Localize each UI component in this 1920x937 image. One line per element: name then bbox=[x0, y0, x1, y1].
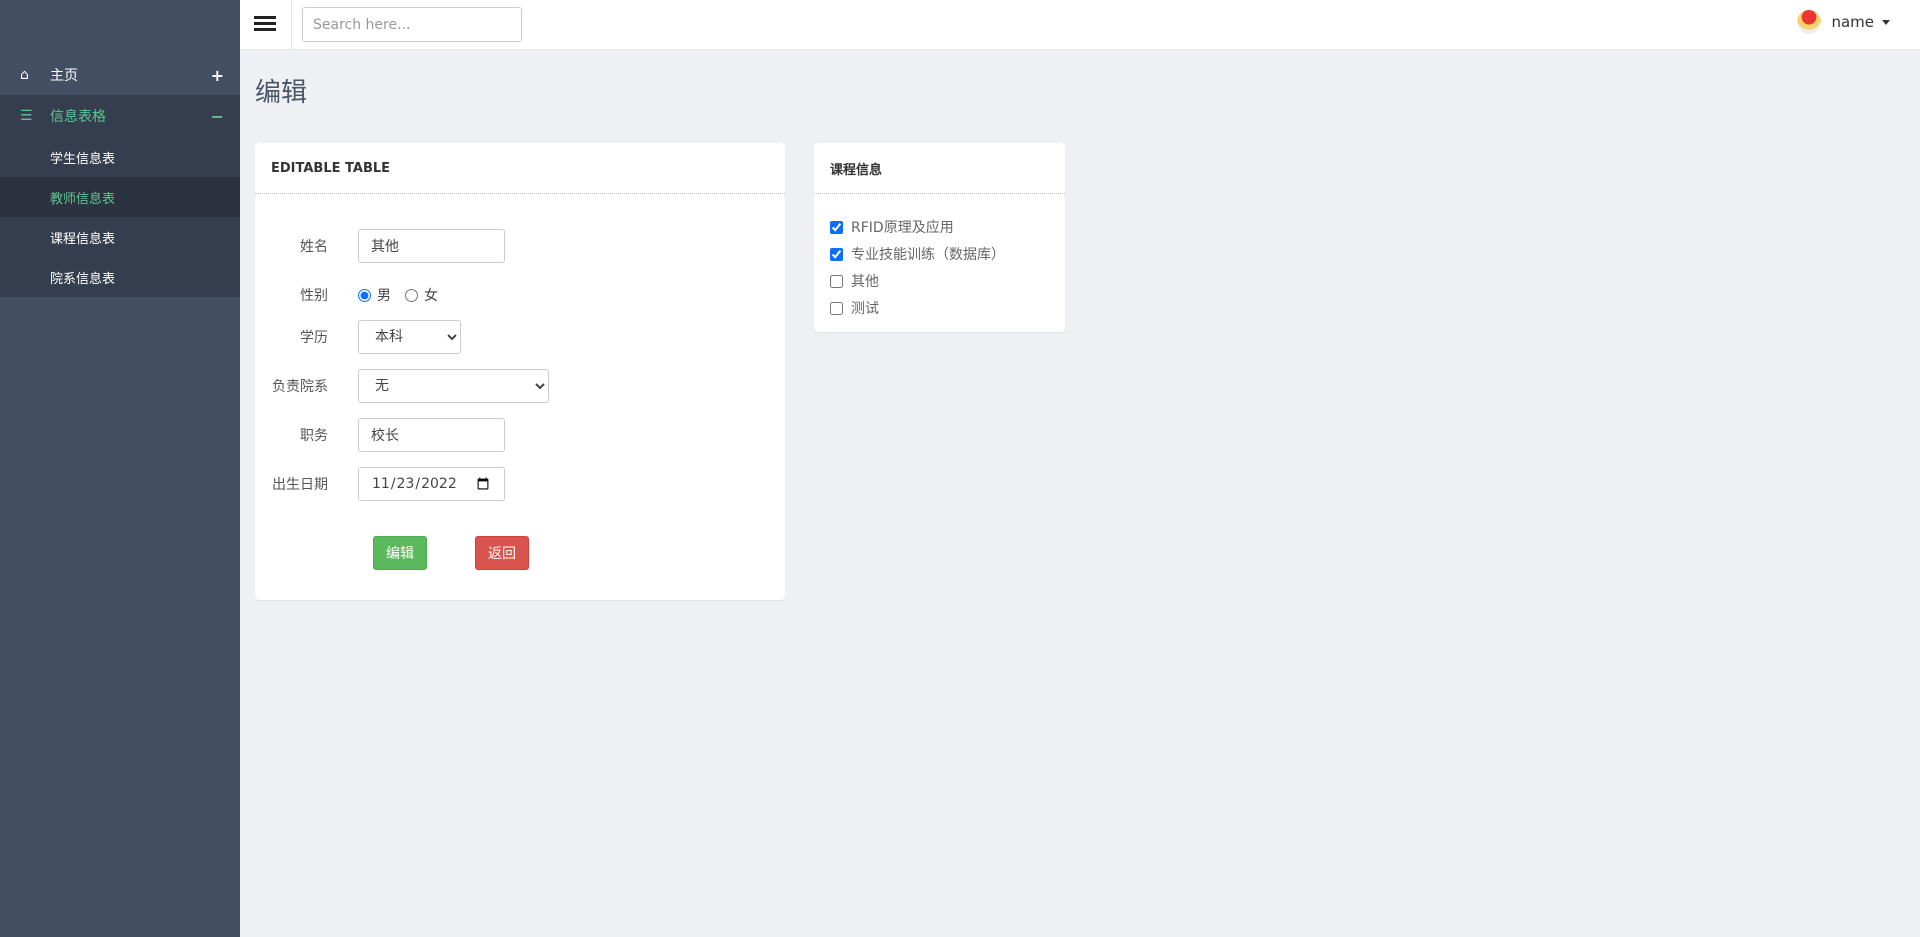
caret-down-icon bbox=[1882, 19, 1890, 25]
radio-label: 男 bbox=[377, 288, 391, 304]
education-label: 学历 bbox=[300, 330, 328, 346]
search-input[interactable] bbox=[302, 7, 522, 42]
edit-card: EDITABLE TABLE 姓名 性别 男 女 学历 本科 负责院系 无 职务… bbox=[255, 143, 785, 600]
collapse-icon[interactable]: − bbox=[211, 107, 224, 126]
name-label: 姓名 bbox=[300, 239, 328, 255]
course-item[interactable]: RFID原理及应用 bbox=[830, 217, 954, 237]
gender-male[interactable]: 男 bbox=[358, 285, 391, 305]
sidebar-item-label: 主页 bbox=[50, 68, 78, 84]
table-icon: ☰ bbox=[20, 108, 33, 124]
course-item[interactable]: 专业技能训练（数据库） bbox=[830, 244, 1005, 264]
user-menu[interactable]: name bbox=[1797, 10, 1890, 34]
department-label: 负责院系 bbox=[272, 379, 328, 395]
gender-label: 性别 bbox=[300, 288, 328, 304]
course-item[interactable]: 测试 bbox=[830, 298, 879, 318]
sidebar-item-departments[interactable]: 院系信息表 bbox=[0, 257, 240, 297]
menu-toggle-icon[interactable] bbox=[254, 13, 276, 35]
course-checkbox[interactable] bbox=[830, 301, 843, 315]
radio-label: 女 bbox=[424, 288, 438, 304]
course-label: 专业技能训练（数据库） bbox=[851, 247, 1005, 263]
edit-button[interactable]: 编辑 bbox=[373, 536, 427, 570]
course-checkbox[interactable] bbox=[830, 220, 843, 234]
sidebar-item-home[interactable]: ⌂ 主页 + bbox=[0, 55, 240, 95]
sidebar-item-courses[interactable]: 课程信息表 bbox=[0, 217, 240, 257]
sidebar-item-info-tables[interactable]: ☰ 信息表格 − bbox=[0, 95, 240, 137]
name-field[interactable] bbox=[358, 229, 505, 263]
course-label: RFID原理及应用 bbox=[851, 220, 954, 236]
card-title: 课程信息 bbox=[814, 143, 1065, 194]
position-field[interactable] bbox=[358, 418, 505, 452]
gender-male-radio[interactable] bbox=[358, 288, 371, 302]
top-header: name bbox=[240, 0, 1920, 50]
page-title: 编辑 bbox=[255, 78, 308, 108]
course-checkbox[interactable] bbox=[830, 247, 843, 261]
divider bbox=[291, 0, 292, 50]
birthdate-label: 出生日期 bbox=[272, 477, 328, 493]
expand-icon[interactable]: + bbox=[211, 66, 224, 85]
card-title: EDITABLE TABLE bbox=[255, 143, 785, 194]
sidebar: ⌂ 主页 + ☰ 信息表格 − 学生信息表 教师信息表 课程信息表 院系信息表 bbox=[0, 0, 240, 937]
course-checkbox[interactable] bbox=[830, 274, 843, 288]
sidebar-item-students[interactable]: 学生信息表 bbox=[0, 137, 240, 177]
user-name: name bbox=[1831, 13, 1874, 31]
back-button[interactable]: 返回 bbox=[475, 536, 529, 570]
course-label: 其他 bbox=[851, 274, 879, 290]
sidebar-item-teachers[interactable]: 教师信息表 bbox=[0, 177, 240, 217]
gender-female[interactable]: 女 bbox=[405, 285, 438, 305]
birthdate-field[interactable] bbox=[358, 467, 505, 501]
home-icon: ⌂ bbox=[20, 67, 29, 83]
education-select[interactable]: 本科 bbox=[358, 320, 461, 354]
course-item[interactable]: 其他 bbox=[830, 271, 879, 291]
sidebar-item-label: 信息表格 bbox=[50, 109, 106, 125]
course-label: 测试 bbox=[851, 301, 879, 317]
department-select[interactable]: 无 bbox=[358, 369, 549, 403]
gender-female-radio[interactable] bbox=[405, 288, 418, 302]
position-label: 职务 bbox=[300, 428, 328, 444]
course-card: 课程信息 RFID原理及应用 专业技能训练（数据库） 其他 测试 bbox=[814, 143, 1065, 332]
avatar bbox=[1797, 10, 1822, 34]
